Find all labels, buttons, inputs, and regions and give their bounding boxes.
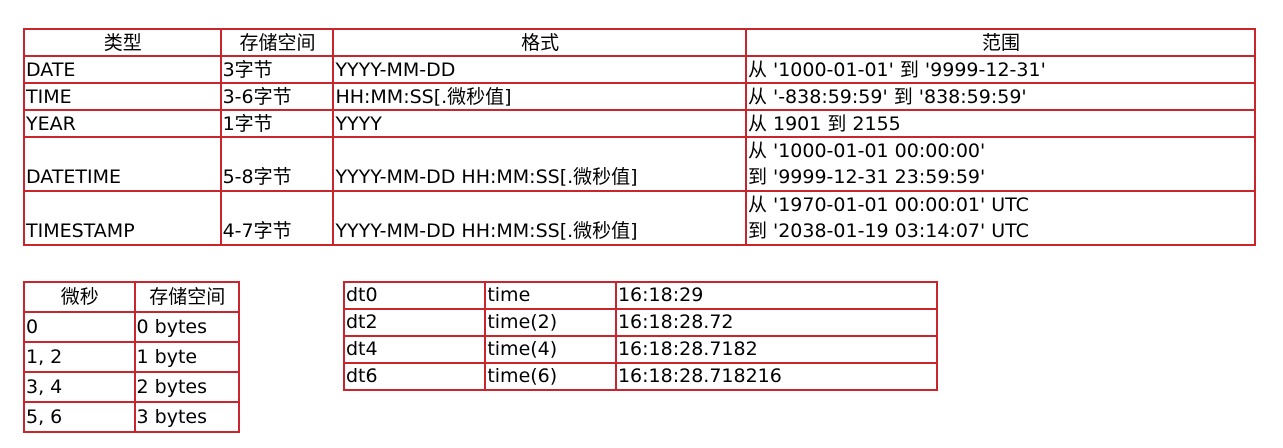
cell-storage: 3-6字节 (219, 82, 335, 111)
cell-storage: 0 bytes (133, 311, 241, 343)
cell-fsp: 0 (23, 311, 136, 343)
header-storage: 存储空间 (133, 281, 241, 313)
fsp-storage-table: 微秒 存储空间 0 0 bytes 1, 2 1 byte 3, 4 2 byt… (23, 281, 241, 433)
table-row: YEAR 1字节 YYYY 从 1901 到 2155 (23, 109, 1257, 138)
cell-format: YYYY-MM-DD HH:MM:SS[.微秒值] (332, 136, 747, 192)
cell-column: dt6 (342, 362, 487, 391)
table-row: 0 0 bytes (23, 311, 241, 343)
cell-storage: 4-7字节 (219, 190, 335, 246)
header-fsp: 微秒 (23, 281, 136, 313)
cell-column: dt2 (342, 308, 487, 337)
table-row: 3, 4 2 bytes (23, 371, 241, 403)
table-row: 5, 6 3 bytes (23, 401, 241, 433)
range-to: 到 '2038-01-19 03:14:07' UTC (747, 220, 1029, 242)
table-row: 1, 2 1 byte (23, 341, 241, 373)
cell-format: HH:MM:SS[.微秒值] (332, 82, 747, 111)
cell-type: time(6) (484, 362, 617, 391)
cell-storage: 3字节 (219, 55, 335, 84)
table-row: dt4 time(4) 16:18:28.7182 (342, 335, 939, 364)
cell-storage: 1 byte (133, 341, 241, 373)
cell-range: 从 '1000-01-01' 到 '9999-12-31' (744, 55, 1257, 84)
range-to: 到 '9999-12-31 23:59:59' (747, 166, 986, 188)
table-row: TIMESTAMP 4-7字节 YYYY-MM-DD HH:MM:SS[.微秒值… (23, 190, 1257, 246)
cell-range: 从 '-838:59:59' 到 '838:59:59' (744, 82, 1257, 111)
header-range: 范围 (744, 28, 1257, 57)
header-format: 格式 (332, 28, 747, 57)
cell-storage: 5-8字节 (219, 136, 335, 192)
cell-type: time(2) (484, 308, 617, 337)
cell-storage: 3 bytes (133, 401, 241, 433)
cell-type: DATE (23, 55, 222, 84)
cell-fsp: 5, 6 (23, 401, 136, 433)
cell-format: YYYY-MM-DD HH:MM:SS[.微秒值] (332, 190, 747, 246)
cell-column: dt0 (342, 281, 487, 310)
cell-fsp: 3, 4 (23, 371, 136, 403)
cell-type: DATETIME (23, 136, 222, 192)
cell-type: time(4) (484, 335, 617, 364)
header-type: 类型 (23, 28, 222, 57)
cell-range: 从 '1000-01-01 00:00:00' 到 '9999-12-31 23… (744, 136, 1257, 192)
table-row: TIME 3-6字节 HH:MM:SS[.微秒值] 从 '-838:59:59'… (23, 82, 1257, 111)
cell-value: 16:18:29 (614, 281, 939, 310)
cell-range: 从 1901 到 2155 (744, 109, 1257, 138)
cell-range: 从 '1970-01-01 00:00:01' UTC 到 '2038-01-1… (744, 190, 1257, 246)
cell-value: 16:18:28.7182 (614, 335, 939, 364)
cell-type: TIME (23, 82, 222, 111)
range-from: 从 '1970-01-01 00:00:01' UTC (747, 194, 1029, 216)
cell-value: 16:18:28.718216 (614, 362, 939, 391)
table-header-row: 类型 存储空间 格式 范围 (23, 28, 1257, 57)
cell-format: YYYY (332, 109, 747, 138)
time-example-table: dt0 time 16:18:29 dt2 time(2) 16:18:28.7… (342, 281, 939, 391)
table-row: dt6 time(6) 16:18:28.718216 (342, 362, 939, 391)
cell-column: dt4 (342, 335, 487, 364)
cell-format: YYYY-MM-DD (332, 55, 747, 84)
table-row: DATETIME 5-8字节 YYYY-MM-DD HH:MM:SS[.微秒值]… (23, 136, 1257, 192)
header-storage: 存储空间 (219, 28, 335, 57)
cell-storage: 2 bytes (133, 371, 241, 403)
cell-storage: 1字节 (219, 109, 335, 138)
cell-type: YEAR (23, 109, 222, 138)
table-header-row: 微秒 存储空间 (23, 281, 241, 313)
cell-fsp: 1, 2 (23, 341, 136, 373)
cell-type: TIMESTAMP (23, 190, 222, 246)
range-from: 从 '1000-01-01 00:00:00' (747, 140, 986, 162)
cell-value: 16:18:28.72 (614, 308, 939, 337)
cell-type: time (484, 281, 617, 310)
table-row: DATE 3字节 YYYY-MM-DD 从 '1000-01-01' 到 '99… (23, 55, 1257, 84)
table-row: dt2 time(2) 16:18:28.72 (342, 308, 939, 337)
table-row: dt0 time 16:18:29 (342, 281, 939, 310)
date-time-types-table: 类型 存储空间 格式 范围 DATE 3字节 YYYY-MM-DD 从 '100… (23, 28, 1257, 246)
